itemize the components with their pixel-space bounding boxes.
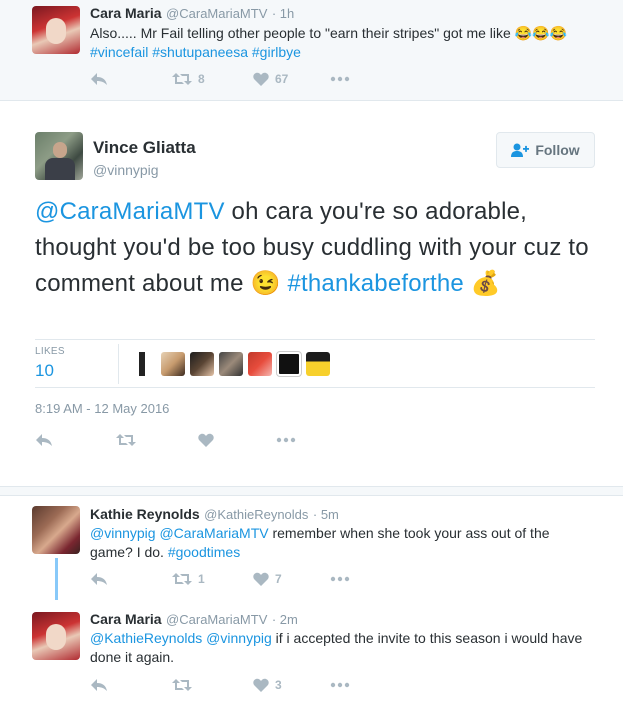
tweet-time[interactable]: · 5m: [313, 507, 339, 522]
divider: [35, 387, 595, 388]
retweet-icon: [172, 573, 192, 585]
heart-icon: [253, 572, 269, 586]
tweet-hashtags[interactable]: #vincefail #shutupaneesa #girlbye: [90, 43, 610, 62]
top-tweet[interactable]: Cara Maria @CaraMariaMTV · 1h Also..... …: [0, 0, 623, 100]
retweet-count: 1: [198, 572, 205, 586]
tweet-hashtag[interactable]: #thankabeforthe: [287, 270, 463, 297]
author-name[interactable]: Vince Gliatta: [93, 138, 196, 158]
avatar[interactable]: [190, 352, 214, 376]
tweet-time[interactable]: · 2m: [272, 612, 298, 627]
money-bag-emoji: 💰: [470, 270, 501, 297]
retweet-icon: [172, 73, 192, 85]
avatar[interactable]: [161, 352, 185, 376]
avatar[interactable]: [35, 132, 83, 180]
more-icon: [330, 682, 350, 688]
tweet-text: Also..... Mr Fail telling other people t…: [90, 25, 567, 41]
liker-avatars: [132, 352, 330, 376]
author-name[interactable]: Kathie Reynolds: [90, 506, 200, 522]
more-icon: [276, 437, 296, 443]
likes-label: LIKES: [35, 346, 65, 357]
retweet-icon: [116, 434, 136, 446]
thread-line: [55, 558, 58, 606]
author-name[interactable]: Cara Maria: [90, 611, 162, 627]
wink-emoji: 😉: [250, 270, 281, 297]
like-count: 3: [275, 678, 282, 692]
more-button[interactable]: [276, 433, 296, 447]
tweet-text: @vinnypig @CaraMariaMTV remember when sh…: [90, 524, 590, 562]
retweet-button[interactable]: 1: [172, 572, 205, 586]
divider: [35, 339, 595, 340]
author-handle[interactable]: @vinnypig: [93, 162, 159, 178]
like-button[interactable]: [198, 433, 214, 447]
like-button[interactable]: 7: [253, 572, 282, 586]
like-button[interactable]: 3: [253, 678, 282, 692]
author-handle[interactable]: @CaraMariaMTV: [166, 6, 267, 21]
avatar[interactable]: [32, 612, 80, 660]
tweet-text: @CaraMariaMTV oh cara you're so adorable…: [35, 194, 595, 302]
retweet-icon: [172, 679, 192, 691]
reply-icon: [91, 73, 107, 85]
tweet-mention[interactable]: @KathieReynolds: [90, 630, 202, 646]
reply-button[interactable]: [90, 678, 108, 692]
like-count: 67: [275, 72, 289, 86]
retweet-count: 8: [198, 72, 205, 86]
more-icon: [330, 576, 350, 582]
avatar[interactable]: [306, 352, 330, 376]
tweet-mention[interactable]: @CaraMariaMTV: [35, 198, 225, 225]
reply-icon: [91, 679, 107, 691]
more-button[interactable]: [330, 678, 350, 692]
stats-separator: [118, 344, 119, 384]
like-button[interactable]: 67: [253, 72, 288, 86]
reply-icon: [91, 573, 107, 585]
tweet-hashtag[interactable]: #goodtimes: [168, 544, 240, 560]
like-count: 7: [275, 572, 282, 586]
tweet-mention[interactable]: @CaraMariaMTV: [159, 525, 268, 541]
heart-icon: [253, 678, 269, 692]
follow-user-icon: [511, 143, 530, 157]
tweet-time[interactable]: · 1h: [272, 6, 294, 21]
tweet-mention[interactable]: @vinnypig: [206, 630, 272, 646]
more-button[interactable]: [330, 72, 350, 86]
heart-icon: [198, 433, 214, 447]
retweet-button[interactable]: [172, 678, 192, 692]
reply-button[interactable]: [90, 72, 108, 86]
avatar[interactable]: [248, 352, 272, 376]
reply-button[interactable]: [90, 572, 108, 586]
more-button[interactable]: [330, 572, 350, 586]
reply-tweet[interactable]: Cara Maria @CaraMariaMTV · 2m @KathieRey…: [0, 600, 623, 708]
avatar[interactable]: [219, 352, 243, 376]
likes-count[interactable]: 10: [35, 361, 54, 381]
avatar[interactable]: [32, 506, 80, 554]
author-handle[interactable]: @KathieReynolds: [204, 507, 308, 522]
avatar[interactable]: [277, 352, 301, 376]
follow-label: Follow: [535, 142, 580, 158]
retweet-button[interactable]: 8: [172, 72, 205, 86]
section-divider: [0, 486, 623, 496]
avatar[interactable]: [32, 6, 80, 54]
reply-tweet[interactable]: Kathie Reynolds @KathieReynolds · 5m @vi…: [0, 496, 623, 606]
heart-icon: [253, 72, 269, 86]
avatar[interactable]: [132, 352, 156, 376]
author-handle[interactable]: @CaraMariaMTV: [166, 612, 267, 627]
reply-icon: [36, 434, 52, 446]
main-tweet: Vince Gliatta @vinnypig Follow @CaraMari…: [0, 101, 623, 486]
tweet-text: @KathieReynolds @vinnypig if i accepted …: [90, 629, 600, 667]
tweet-mention[interactable]: @vinnypig: [90, 525, 156, 541]
follow-button[interactable]: Follow: [496, 132, 595, 168]
tweet-timestamp[interactable]: 8:19 AM - 12 May 2016: [35, 401, 169, 416]
retweet-button[interactable]: [116, 433, 136, 447]
author-name[interactable]: Cara Maria: [90, 5, 162, 21]
more-icon: [330, 76, 350, 82]
reply-button[interactable]: [35, 433, 53, 447]
